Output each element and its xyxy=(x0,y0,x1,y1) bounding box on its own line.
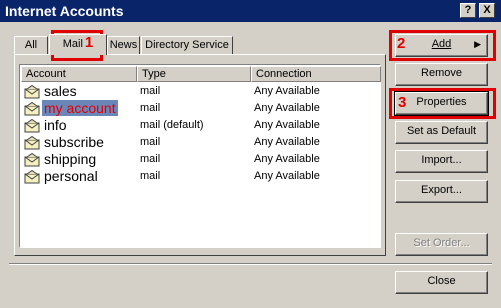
column-header-account[interactable]: Account xyxy=(21,66,137,82)
account-connection: Any Available xyxy=(254,85,320,97)
tab-all-label: All xyxy=(24,39,38,51)
account-type: mail xyxy=(140,85,161,97)
mail-envelope-icon xyxy=(24,84,41,99)
list-item[interactable]: personal mail Any Available xyxy=(22,168,378,185)
import-button[interactable]: Import... xyxy=(395,150,488,173)
help-button[interactable]: ? xyxy=(460,3,476,18)
set-as-default-button[interactable]: Set as Default xyxy=(395,121,488,144)
export-button[interactable]: Export... xyxy=(395,180,488,203)
tab-mail-label: Mail xyxy=(62,38,83,50)
separator xyxy=(9,263,492,265)
list-item[interactable]: sales mail Any Available xyxy=(22,83,378,100)
annotation-number-3: 3 xyxy=(398,94,407,111)
account-connection: Any Available xyxy=(254,102,320,114)
accounts-list[interactable]: Account Type Connection sales mail Any Ava… xyxy=(19,64,381,248)
window-title: Internet Accounts xyxy=(5,3,124,19)
close-window-button[interactable]: X xyxy=(479,3,495,18)
account-name: shipping xyxy=(44,151,97,167)
account-name: info xyxy=(44,117,67,133)
tab-news[interactable]: News xyxy=(107,36,140,54)
account-connection: Any Available xyxy=(254,119,320,131)
list-item[interactable]: subscribe mail Any Available xyxy=(22,134,378,151)
add-label: Add xyxy=(431,38,452,50)
annotation-number-2: 2 xyxy=(397,35,406,52)
title-bar: Internet Accounts ? X xyxy=(0,0,501,22)
mail-envelope-icon xyxy=(24,169,41,184)
add-button[interactable]: Add ▶ xyxy=(395,34,488,57)
tab-news-label: News xyxy=(109,39,138,51)
tab-directory-service[interactable]: Directory Service xyxy=(141,36,233,54)
account-type: mail xyxy=(140,170,161,182)
mail-envelope-icon xyxy=(24,118,41,133)
account-type: mail (default) xyxy=(140,119,204,131)
account-name: subscribe xyxy=(44,134,104,150)
set-order-button: Set Order... xyxy=(395,233,488,256)
account-name: my account xyxy=(42,100,118,116)
account-type: mail xyxy=(140,102,161,114)
submenu-arrow-icon: ▶ xyxy=(474,39,481,49)
tab-directory-service-label: Directory Service xyxy=(145,39,229,51)
column-header-connection[interactable]: Connection xyxy=(251,66,381,82)
account-connection: Any Available xyxy=(254,153,320,165)
tab-mail[interactable]: Mail 1 xyxy=(49,34,107,55)
column-header-type[interactable]: Type xyxy=(137,66,251,82)
close-button[interactable]: Close xyxy=(395,271,488,294)
account-connection: Any Available xyxy=(254,170,320,182)
remove-button[interactable]: Remove xyxy=(395,63,488,86)
account-type: mail xyxy=(140,136,161,148)
account-name: sales xyxy=(44,83,77,99)
mail-envelope-icon xyxy=(24,135,41,150)
properties-button[interactable]: Properties xyxy=(394,91,489,116)
mail-envelope-icon xyxy=(24,101,41,116)
mail-envelope-icon xyxy=(24,152,41,167)
annotation-number-1: 1 xyxy=(84,34,94,51)
list-item[interactable]: shipping mail Any Available xyxy=(22,151,378,168)
list-item[interactable]: my account mail Any Available xyxy=(22,100,378,117)
account-name: personal xyxy=(44,168,98,184)
account-type: mail xyxy=(140,153,161,165)
list-item[interactable]: info mail (default) Any Available xyxy=(22,117,378,134)
account-connection: Any Available xyxy=(254,136,320,148)
tab-all[interactable]: All xyxy=(14,36,48,54)
list-header: Account Type Connection xyxy=(21,66,381,82)
